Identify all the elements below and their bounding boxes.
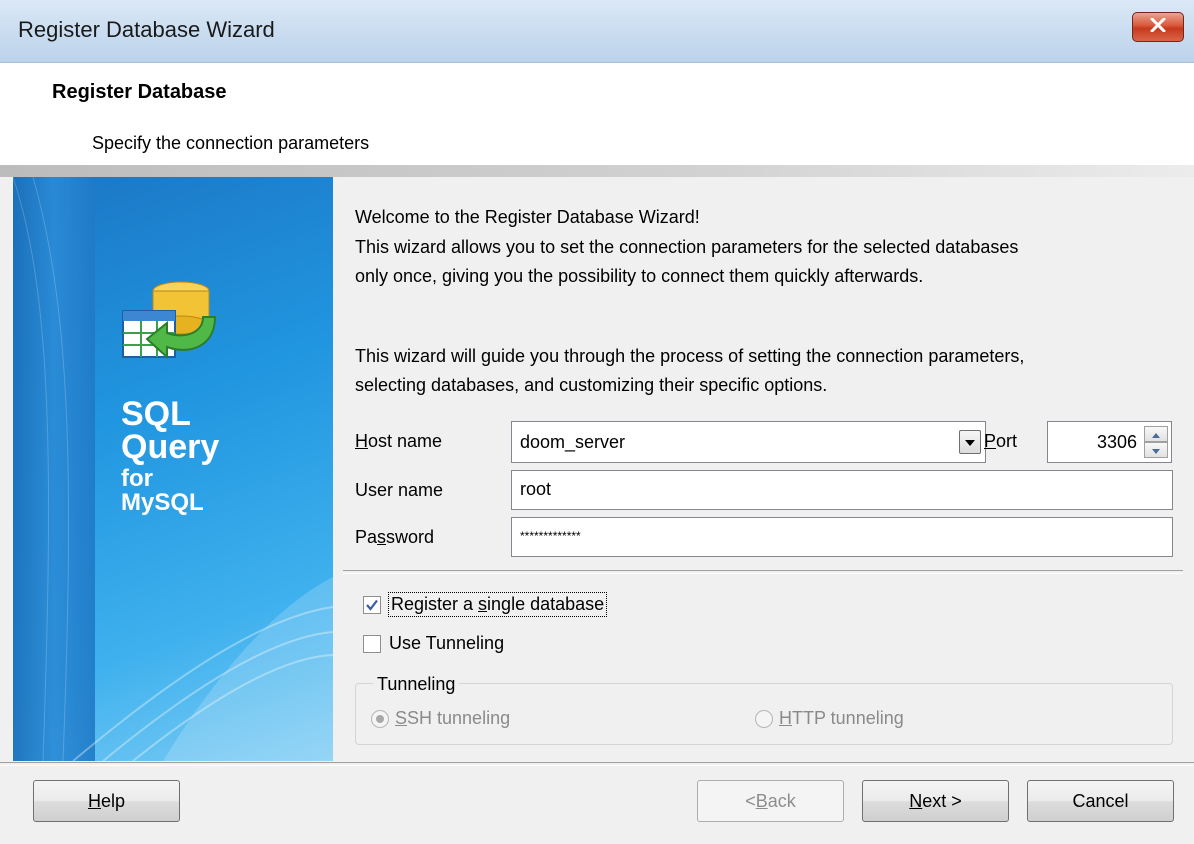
password-accel: s	[377, 527, 387, 547]
password-label: Password	[355, 527, 434, 548]
next-label: ext >	[922, 790, 962, 811]
wizard-content: Welcome to the Register Database Wizard!…	[333, 177, 1194, 761]
password-label-b: sword	[386, 527, 435, 547]
register-database-wizard-window: Register Database Wizard Register Databa…	[0, 0, 1194, 844]
next-accel: N	[909, 790, 923, 811]
checkbox-box[interactable]	[363, 595, 381, 614]
banner-title-query: Query	[121, 428, 220, 466]
port-label-text: ort	[996, 431, 1018, 451]
arrow-down-icon	[1152, 441, 1160, 459]
user-name-label: User name	[355, 480, 444, 500]
host-name-combo[interactable]: doom_server	[511, 421, 986, 463]
page-title: Register Database	[52, 81, 227, 103]
register-single-db-label: Register a single database	[387, 592, 608, 617]
host-name-label: Host name	[355, 431, 442, 452]
ssh-accel: S	[395, 708, 408, 728]
options-divider	[343, 570, 1183, 574]
user-name-field[interactable]	[511, 470, 1173, 510]
tunneling-group-title: Tunneling	[373, 674, 460, 695]
help-button[interactable]: Help	[33, 780, 180, 822]
title-bar: Register Database Wizard	[0, 0, 1194, 63]
port-spin-buttons	[1144, 426, 1168, 458]
intro-line-4: This wizard will guide you through the p…	[355, 346, 1025, 366]
port-value: 3306	[1096, 432, 1137, 452]
checkbox-box[interactable]	[363, 634, 381, 653]
radio-unselected-icon	[755, 709, 773, 728]
page-subtitle: Specify the connection parameters	[92, 133, 370, 153]
host-name-accel: H	[355, 431, 368, 451]
cancel-button[interactable]: Cancel	[1027, 780, 1174, 822]
http-tunneling-radio[interactable]: HTTP tunneling	[755, 708, 904, 729]
check-icon	[366, 599, 378, 611]
radio-selected-icon	[371, 709, 389, 728]
single-db-label-b: ingle database	[487, 594, 605, 614]
intro-line-3: only once, giving you the possibility to…	[355, 266, 924, 286]
host-name-value: doom_server	[520, 432, 626, 452]
single-db-label-a: Register a	[391, 594, 479, 614]
close-icon	[1150, 17, 1166, 37]
close-button[interactable]	[1132, 12, 1184, 42]
banner-title-for: for	[121, 465, 153, 492]
use-tunneling-checkbox[interactable]: Use Tunneling	[363, 633, 504, 654]
intro-line-2: This wizard allows you to set the connec…	[355, 237, 1019, 257]
host-name-label-text: ost name	[368, 431, 443, 451]
intro-line-5: selecting databases, and customizing the…	[355, 375, 828, 395]
password-field[interactable]	[511, 517, 1173, 557]
header-separator	[0, 165, 1194, 177]
password-label-a: Pa	[355, 527, 378, 547]
banner-title-mysql: MySQL	[121, 489, 204, 516]
single-db-accel: s	[478, 594, 488, 614]
footer-separator	[0, 762, 1194, 766]
host-dropdown-button[interactable]	[959, 430, 981, 454]
http-label-text: TTP tunneling	[792, 708, 904, 728]
http-tunneling-label: HTTP tunneling	[779, 708, 904, 729]
back-accel: B	[755, 790, 768, 811]
banner-swoosh	[13, 177, 333, 761]
register-single-db-checkbox[interactable]: Register a single database	[363, 592, 608, 617]
port-label: Port	[984, 431, 1017, 452]
dropdown-arrow-icon	[965, 433, 975, 451]
port-down-button[interactable]	[1144, 442, 1168, 458]
password-input[interactable]	[520, 518, 1160, 554]
ssh-tunneling-radio[interactable]: SSH tunneling	[371, 708, 510, 729]
ssh-tunneling-label: SSH tunneling	[395, 708, 510, 729]
back-label: ack	[767, 790, 796, 811]
back-button[interactable]: < Back	[697, 780, 844, 822]
window-title: Register Database Wizard	[18, 17, 275, 42]
intro-line-1: Welcome to the Register Database Wizard!	[355, 207, 700, 227]
wizard-header: Register Database Specify the connection…	[0, 63, 1194, 166]
user-name-input[interactable]	[520, 471, 1160, 507]
help-label: elp	[100, 790, 126, 811]
help-accel: H	[87, 790, 101, 811]
use-tunneling-label: Use Tunneling	[389, 633, 505, 653]
banner-title-sql: SQL	[121, 395, 191, 433]
back-prefix: <	[745, 790, 756, 811]
http-accel: H	[779, 708, 792, 728]
port-up-button[interactable]	[1144, 426, 1168, 442]
database-wizard-icon	[119, 277, 229, 372]
ssh-label-text: SH tunneling	[407, 708, 511, 728]
next-button[interactable]: Next >	[862, 780, 1009, 822]
product-banner: SQL Query for MySQL	[13, 177, 333, 761]
port-accel: P	[984, 431, 997, 451]
port-spinner[interactable]: 3306	[1047, 421, 1172, 463]
